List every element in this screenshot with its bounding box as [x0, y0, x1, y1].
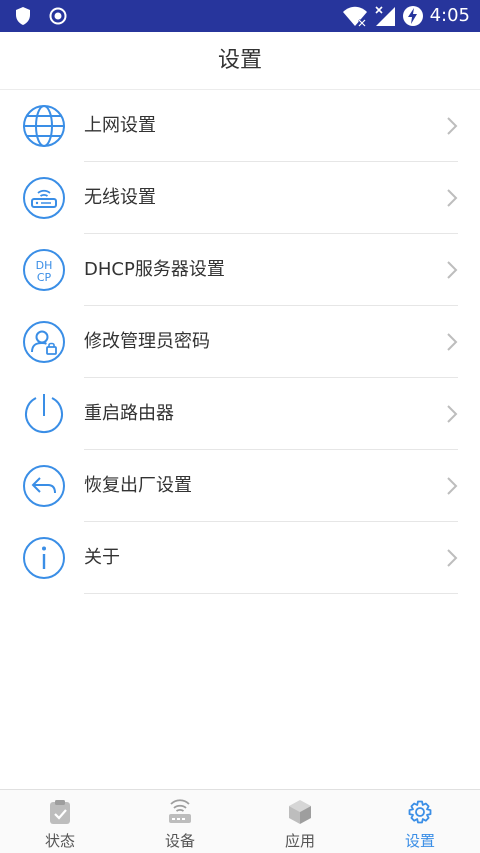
tab-settings[interactable]: 设置: [360, 790, 480, 853]
tab-apps[interactable]: 应用: [240, 790, 360, 853]
chevron-right-icon: [447, 405, 458, 423]
tab-label: 状态: [44, 832, 75, 850]
status-time: 4:05: [429, 5, 470, 26]
menu-item-label: 无线设置: [84, 187, 156, 208]
menu-item-label: 恢复出厂设置: [84, 475, 192, 496]
page-title: 设置: [217, 48, 262, 73]
menu-item-label: 上网设置: [84, 115, 156, 136]
status-bar: 4:05: [0, 0, 480, 32]
battery-charging-icon: [402, 6, 423, 26]
menu-item-reboot-router[interactable]: 重启路由器: [0, 378, 480, 450]
chevron-right-icon: [447, 261, 458, 279]
menu-item-about[interactable]: 关于: [0, 522, 480, 594]
chevron-right-icon: [447, 189, 458, 207]
menu-item-dhcp-settings[interactable]: DH CP DHCP服务器设置: [0, 234, 480, 306]
wifi-icon: [342, 6, 367, 27]
menu-item-label: 重启路由器: [84, 403, 174, 424]
tab-label: 应用: [284, 832, 315, 850]
power-icon: [25, 394, 63, 434]
bottom-tab-bar: 状态 设备 应用 设置: [0, 789, 480, 853]
menu-item-label: 修改管理员密码: [84, 331, 210, 352]
router-icon: [23, 177, 65, 219]
menu-item-internet-settings[interactable]: 上网设置: [0, 90, 480, 162]
app-cube-icon: [289, 800, 311, 824]
menu-item-wireless-settings[interactable]: 无线设置: [0, 162, 480, 234]
info-icon: [23, 537, 65, 579]
tab-label: 设置: [404, 832, 435, 850]
dhcp-icon: DH CP: [23, 249, 65, 291]
chevron-right-icon: [447, 549, 458, 567]
reply-arrow-icon: [23, 465, 65, 507]
tab-status[interactable]: 状态: [0, 790, 120, 853]
chevron-right-icon: [447, 117, 458, 135]
menu-item-admin-password[interactable]: 修改管理员密码: [0, 306, 480, 378]
menu-item-factory-reset[interactable]: 恢复出厂设置: [0, 450, 480, 522]
chevron-right-icon: [447, 477, 458, 495]
settings-menu: 上网设置 无线设置 DH CP DHCP服务器设置 修改管理员密码 重启路由器 …: [0, 90, 480, 594]
tab-label: 设备: [164, 832, 195, 850]
device-router-icon: [169, 799, 191, 823]
shield-icon: [16, 7, 30, 25]
status-clipboard-icon: [50, 800, 70, 824]
settings-gear-icon: [408, 800, 432, 824]
divider: [84, 593, 458, 594]
menu-item-label: 关于: [84, 547, 120, 568]
globe-icon: [23, 105, 65, 147]
record-icon: [49, 7, 67, 25]
chevron-right-icon: [447, 333, 458, 351]
menu-item-label: DHCP服务器设置: [84, 259, 225, 280]
user-lock-icon: [23, 321, 65, 363]
title-bar: 设置: [0, 32, 480, 90]
signal-icon: [375, 6, 395, 26]
svg-text:CP: CP: [37, 271, 52, 284]
tab-devices[interactable]: 设备: [120, 790, 240, 853]
